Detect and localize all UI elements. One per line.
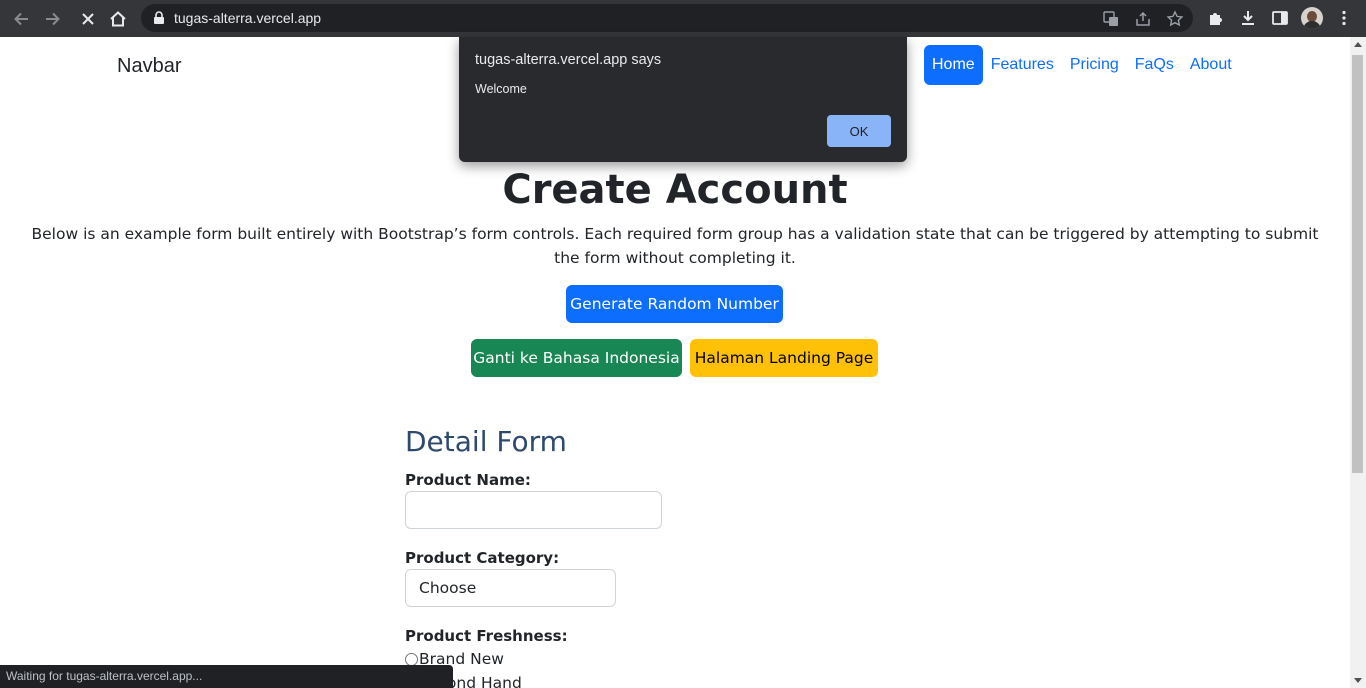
download-icon[interactable] bbox=[1239, 9, 1259, 29]
translate-icon[interactable] bbox=[1102, 10, 1120, 28]
back-icon[interactable] bbox=[9, 7, 33, 31]
product-category-select[interactable]: Choose bbox=[405, 569, 616, 607]
profile-avatar[interactable] bbox=[1301, 7, 1323, 29]
share-icon[interactable] bbox=[1134, 10, 1152, 28]
product-name-input[interactable] bbox=[405, 491, 662, 529]
browser-toolbar: tugas-alterra.vercel.app bbox=[0, 0, 1366, 37]
landing-page-button[interactable]: Halaman Landing Page bbox=[690, 339, 878, 377]
bookmark-star-icon[interactable] bbox=[1166, 10, 1184, 28]
form-title: Detail Form bbox=[405, 425, 567, 458]
scroll-down-arrow-icon[interactable] bbox=[1354, 678, 1362, 683]
side-panel-icon[interactable] bbox=[1271, 9, 1291, 29]
switch-language-button[interactable]: Ganti ke Bahasa Indonesia bbox=[471, 339, 682, 377]
menu-kebab-icon[interactable] bbox=[1335, 9, 1355, 29]
nav-link-about[interactable]: About bbox=[1182, 45, 1240, 85]
page-title: Create Account bbox=[502, 167, 848, 213]
generate-random-number-button[interactable]: Generate Random Number bbox=[566, 285, 783, 323]
stop-loading-icon[interactable] bbox=[76, 7, 100, 31]
loading-status-bubble: Waiting for tugas-alterra.vercel.app... bbox=[0, 665, 453, 688]
navbar-links: Home Features Pricing FaQs About bbox=[924, 45, 1240, 85]
scroll-up-arrow-icon[interactable] bbox=[1354, 42, 1362, 47]
lock-icon[interactable] bbox=[153, 11, 165, 30]
page-scrollbar[interactable] bbox=[1350, 37, 1366, 688]
page-description: Below is an example form built entirely … bbox=[31, 225, 1319, 267]
nav-link-home[interactable]: Home bbox=[924, 45, 983, 85]
alert-ok-button[interactable]: OK bbox=[827, 115, 891, 147]
product-category-label: Product Category: bbox=[405, 549, 560, 567]
url-text[interactable]: tugas-alterra.vercel.app bbox=[174, 10, 321, 26]
nav-link-pricing[interactable]: Pricing bbox=[1062, 45, 1127, 85]
navbar-brand[interactable]: Navbar bbox=[117, 55, 181, 78]
forward-icon[interactable] bbox=[41, 7, 65, 31]
alert-dialog-message: Welcome bbox=[475, 82, 527, 96]
extensions-icon[interactable] bbox=[1207, 9, 1227, 29]
alert-dialog: tugas-alterra.vercel.app says Welcome OK bbox=[459, 37, 907, 162]
product-name-label: Product Name: bbox=[405, 471, 531, 489]
scroll-thumb[interactable] bbox=[1352, 55, 1363, 473]
product-freshness-label: Product Freshness: bbox=[405, 627, 568, 645]
alert-dialog-title: tugas-alterra.vercel.app says bbox=[475, 52, 662, 68]
address-bar[interactable]: tugas-alterra.vercel.app bbox=[141, 4, 1193, 32]
product-category-selected: Choose bbox=[419, 579, 477, 597]
nav-link-features[interactable]: Features bbox=[983, 45, 1062, 85]
nav-link-faqs[interactable]: FaQs bbox=[1127, 45, 1182, 85]
radio-brand-new[interactable] bbox=[405, 652, 418, 666]
home-icon[interactable] bbox=[106, 7, 130, 31]
